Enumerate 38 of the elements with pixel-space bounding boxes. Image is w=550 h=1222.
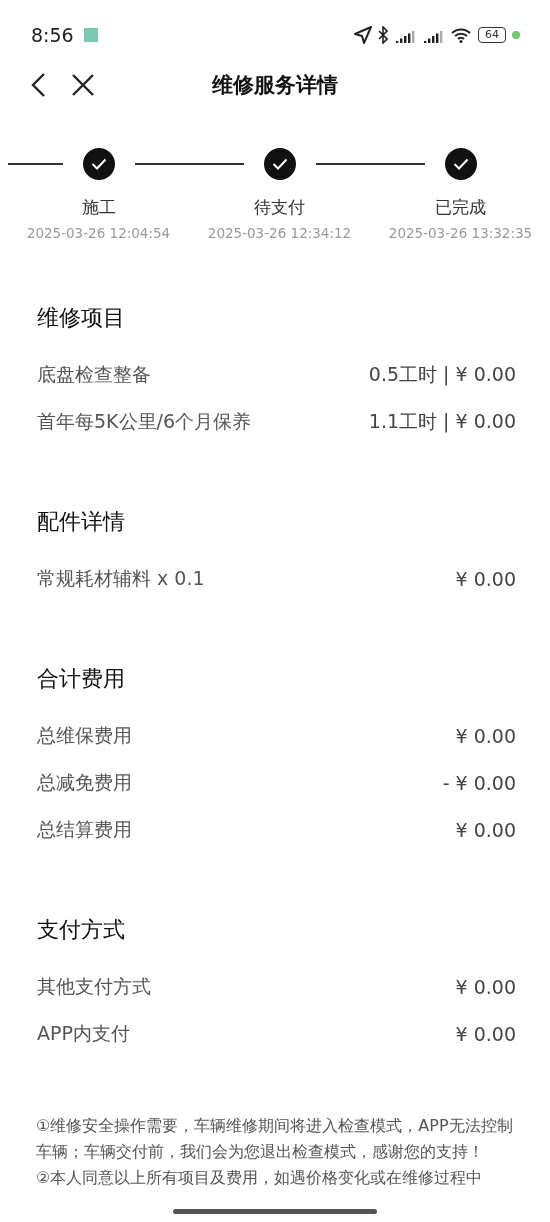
notice-text: ②本人同意以上所有项目及费用，如遇价格变化或在维修过程中 xyxy=(36,1167,484,1189)
status-dot-icon xyxy=(512,31,520,39)
item-label: 总减免费用 xyxy=(37,769,132,795)
section-title: 支付方式 xyxy=(37,916,126,944)
section-title: 配件详情 xyxy=(37,508,126,536)
step-label: 已完成 xyxy=(435,196,486,219)
location-icon xyxy=(354,26,372,44)
item-label: 总维保费用 xyxy=(37,722,132,748)
item-value: ¥ 0.00 xyxy=(455,975,516,998)
clock-time: 8:56 xyxy=(31,24,74,46)
item-value: 1.1工时 | ¥ 0.00 xyxy=(368,408,516,435)
step-time: 2025-03-26 12:34:12 xyxy=(207,225,352,241)
step-time: 2025-03-26 12:04:54 xyxy=(26,225,171,241)
item-label: 常规耗材辅料 x 0.1 xyxy=(37,565,205,591)
step-label: 施工 xyxy=(81,196,116,219)
step-label: 待支付 xyxy=(254,196,305,219)
item-value: ¥ 0.00 xyxy=(455,1022,516,1045)
back-button[interactable] xyxy=(30,72,46,98)
bluetooth-icon xyxy=(378,26,388,44)
notice-text: ①维修安全操作需要，车辆维修期间将进入检查模式，APP无法控制车辆；车辆交付前，我们会为您退出检查模式，感谢您的支持！ xyxy=(36,1115,514,1163)
item-label: 首年每5K公里/6个月保养 xyxy=(37,408,252,434)
item-label: APP内支付 xyxy=(37,1020,130,1046)
section-title: 合计费用 xyxy=(37,665,126,693)
item-value: - ¥ 0.00 xyxy=(442,771,516,794)
page-title: 维修服务详情 xyxy=(212,72,338,99)
item-value: ¥ 0.00 xyxy=(455,818,516,841)
battery-level: 64 xyxy=(478,27,506,43)
close-button[interactable] xyxy=(72,74,94,96)
section-title: 维修项目 xyxy=(37,304,126,332)
item-label: 底盘检查整备 xyxy=(37,361,151,387)
item-value: ¥ 0.00 xyxy=(455,724,516,747)
item-label: 总结算费用 xyxy=(37,816,132,842)
item-label: 其他支付方式 xyxy=(37,973,151,999)
wifi-icon xyxy=(450,27,472,43)
item-value: 0.5工时 | ¥ 0.00 xyxy=(368,361,516,388)
item-value: ¥ 0.00 xyxy=(455,567,516,590)
step-time: 2025-03-26 13:32:35 xyxy=(388,225,533,241)
app-notification-icon xyxy=(83,28,98,42)
